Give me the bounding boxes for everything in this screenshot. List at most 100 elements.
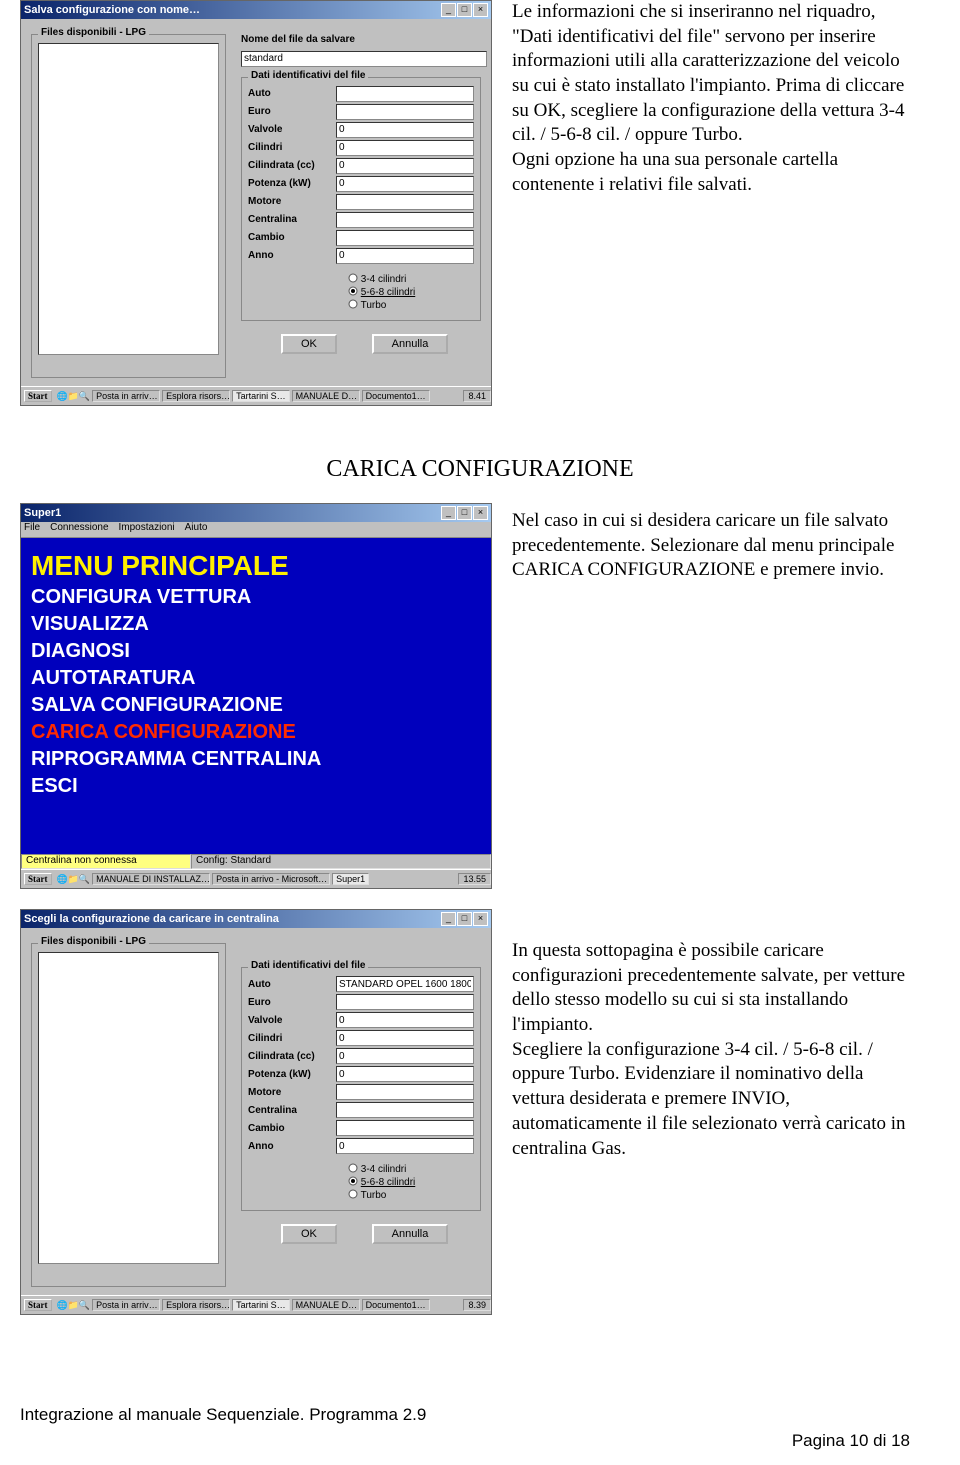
files-listbox[interactable] (38, 952, 219, 1264)
fld-euro-label: Euro (248, 106, 336, 117)
radio-34[interactable]: 3-4 cilindri (348, 1163, 474, 1175)
fld-euro-label: Euro (248, 997, 336, 1008)
fld-motore-input[interactable] (336, 194, 474, 210)
start-button[interactable]: Start (24, 390, 52, 402)
filename-input[interactable] (241, 51, 487, 67)
maximize-icon[interactable]: □ (457, 3, 472, 17)
paragraph-2: Nel caso in cui si desidera caricare un … (492, 503, 940, 583)
fld-cambio-label: Cambio (248, 1123, 336, 1134)
fld-auto-input[interactable] (336, 976, 474, 992)
menu-item-selected[interactable]: CARICA CONFIGURAZIONE (31, 721, 491, 744)
paragraph-1: Le informazioni che si inseriranno nel r… (492, 0, 940, 198)
fld-cambio-label: Cambio (248, 232, 336, 243)
fld-motore-label: Motore (248, 196, 336, 207)
task-item[interactable]: Documento1… (362, 1299, 430, 1311)
radio-568[interactable]: 5-6-8 cilindri (348, 1176, 474, 1188)
task-item[interactable]: Esplora risors… (162, 1299, 230, 1311)
fld-motore-input[interactable] (336, 1084, 474, 1100)
footer-left: Integrazione al manuale Sequenziale. Pro… (20, 1405, 426, 1424)
menu-item[interactable]: ESCI (31, 775, 491, 798)
fld-cilindrata-input[interactable] (336, 1048, 474, 1064)
idfile-title: Dati identificativi del file (248, 70, 368, 81)
group-files-label: Files disponibili - LPG (38, 936, 149, 947)
fld-centralina-label: Centralina (248, 1105, 336, 1116)
fld-euro-input[interactable] (336, 104, 474, 120)
section-heading: CARICA CONFIGURAZIONE (20, 456, 940, 483)
fld-cilindri-input[interactable] (336, 1030, 474, 1046)
task-item[interactable]: Posta in arriv… (92, 1299, 160, 1311)
task-item[interactable]: Tartarini S… (232, 1299, 290, 1311)
menu-item[interactable]: RIPROGRAMMA CENTRALINA (31, 748, 491, 771)
menu-item[interactable]: SALVA CONFIGURAZIONE (31, 694, 491, 717)
footer-page: Pagina 10 di 18 (792, 1431, 910, 1451)
maximize-icon[interactable]: □ (457, 506, 472, 520)
filename-label: Nome del file da salvare (241, 34, 481, 45)
close-icon[interactable]: × (473, 912, 488, 926)
radio-turbo[interactable]: Turbo (348, 299, 474, 311)
ok-button[interactable]: OK (281, 1224, 337, 1244)
fld-valvole-input[interactable] (336, 122, 474, 138)
menu-bar[interactable]: FileConnessioneImpostazioniAiuto (21, 522, 491, 538)
fld-valvole-label: Valvole (248, 124, 336, 135)
fld-auto-input[interactable] (336, 86, 474, 102)
task-item[interactable]: Posta in arriv… (92, 390, 160, 402)
fld-cilindri-input[interactable] (336, 140, 474, 156)
fld-centralina-label: Centralina (248, 214, 336, 225)
load-config-dialog: Scegli la configurazione da caricare in … (20, 909, 492, 1315)
fld-potenza-input[interactable] (336, 1066, 474, 1082)
minimize-icon[interactable]: _ (441, 506, 456, 520)
fld-centralina-input[interactable] (336, 1102, 474, 1118)
close-icon[interactable]: × (473, 3, 488, 17)
fld-potenza-label: Potenza (kW) (248, 1069, 336, 1080)
fld-centralina-input[interactable] (336, 212, 474, 228)
fld-valvole-input[interactable] (336, 1012, 474, 1028)
idfile-title: Dati identificativi del file (248, 960, 368, 971)
fld-cilindri-label: Cilindri (248, 142, 336, 153)
fld-anno-input[interactable] (336, 248, 474, 264)
task-item[interactable]: Tartarini S… (232, 390, 290, 402)
start-button[interactable]: Start (24, 1299, 52, 1311)
task-item[interactable]: Documento1… (362, 390, 430, 402)
fld-cambio-input[interactable] (336, 230, 474, 246)
menu-item[interactable]: CONFIGURA VETTURA (31, 586, 491, 609)
fld-euro-input[interactable] (336, 994, 474, 1010)
task-item[interactable]: Super1 (332, 873, 369, 885)
fld-cilindrata-input[interactable] (336, 158, 474, 174)
fld-auto-label: Auto (248, 979, 336, 990)
minimize-icon[interactable]: _ (441, 3, 456, 17)
radio-34[interactable]: 3-4 cilindri (348, 273, 474, 285)
cancel-button[interactable]: Annulla (372, 334, 449, 354)
minimize-icon[interactable]: _ (441, 912, 456, 926)
close-icon[interactable]: × (473, 506, 488, 520)
maximize-icon[interactable]: □ (457, 912, 472, 926)
files-listbox[interactable] (38, 43, 219, 355)
task-item[interactable]: Posta in arrivo - Microsoft… (212, 873, 330, 885)
menu-title: Super1 (24, 507, 440, 519)
fld-anno-label: Anno (248, 250, 336, 261)
task-item[interactable]: MANUALE DI INSTALLAZ… (92, 873, 210, 885)
fld-anno-label: Anno (248, 1141, 336, 1152)
task-item[interactable]: MANUALE D… (292, 1299, 360, 1311)
fld-potenza-input[interactable] (336, 176, 474, 192)
save-config-dialog: Salva configurazione con nome… _ □ × Fil… (20, 0, 492, 406)
menu-item[interactable]: AUTOTARATURA (31, 667, 491, 690)
menu-item[interactable]: DIAGNOSI (31, 640, 491, 663)
ok-button[interactable]: OK (281, 334, 337, 354)
fld-cilindri-label: Cilindri (248, 1033, 336, 1044)
radio-turbo[interactable]: Turbo (348, 1189, 474, 1201)
radio-568[interactable]: 5-6-8 cilindri (348, 286, 474, 298)
status-config: Config: Standard (191, 854, 491, 869)
system-tray: 8.39 (463, 1299, 491, 1311)
task-item[interactable]: Esplora risors… (162, 390, 230, 402)
dialog1-title: Salva configurazione con nome… (24, 4, 440, 16)
cancel-button[interactable]: Annulla (372, 1224, 449, 1244)
task-item[interactable]: MANUALE D… (292, 390, 360, 402)
dialog3-title: Scegli la configurazione da caricare in … (24, 913, 440, 925)
status-connection: Centralina non connessa (21, 854, 191, 869)
fld-anno-input[interactable] (336, 1138, 474, 1154)
fld-cambio-input[interactable] (336, 1120, 474, 1136)
start-button[interactable]: Start (24, 873, 52, 885)
group-files-label: Files disponibili - LPG (38, 27, 149, 38)
menu-item[interactable]: VISUALIZZA (31, 613, 491, 636)
fld-motore-label: Motore (248, 1087, 336, 1098)
